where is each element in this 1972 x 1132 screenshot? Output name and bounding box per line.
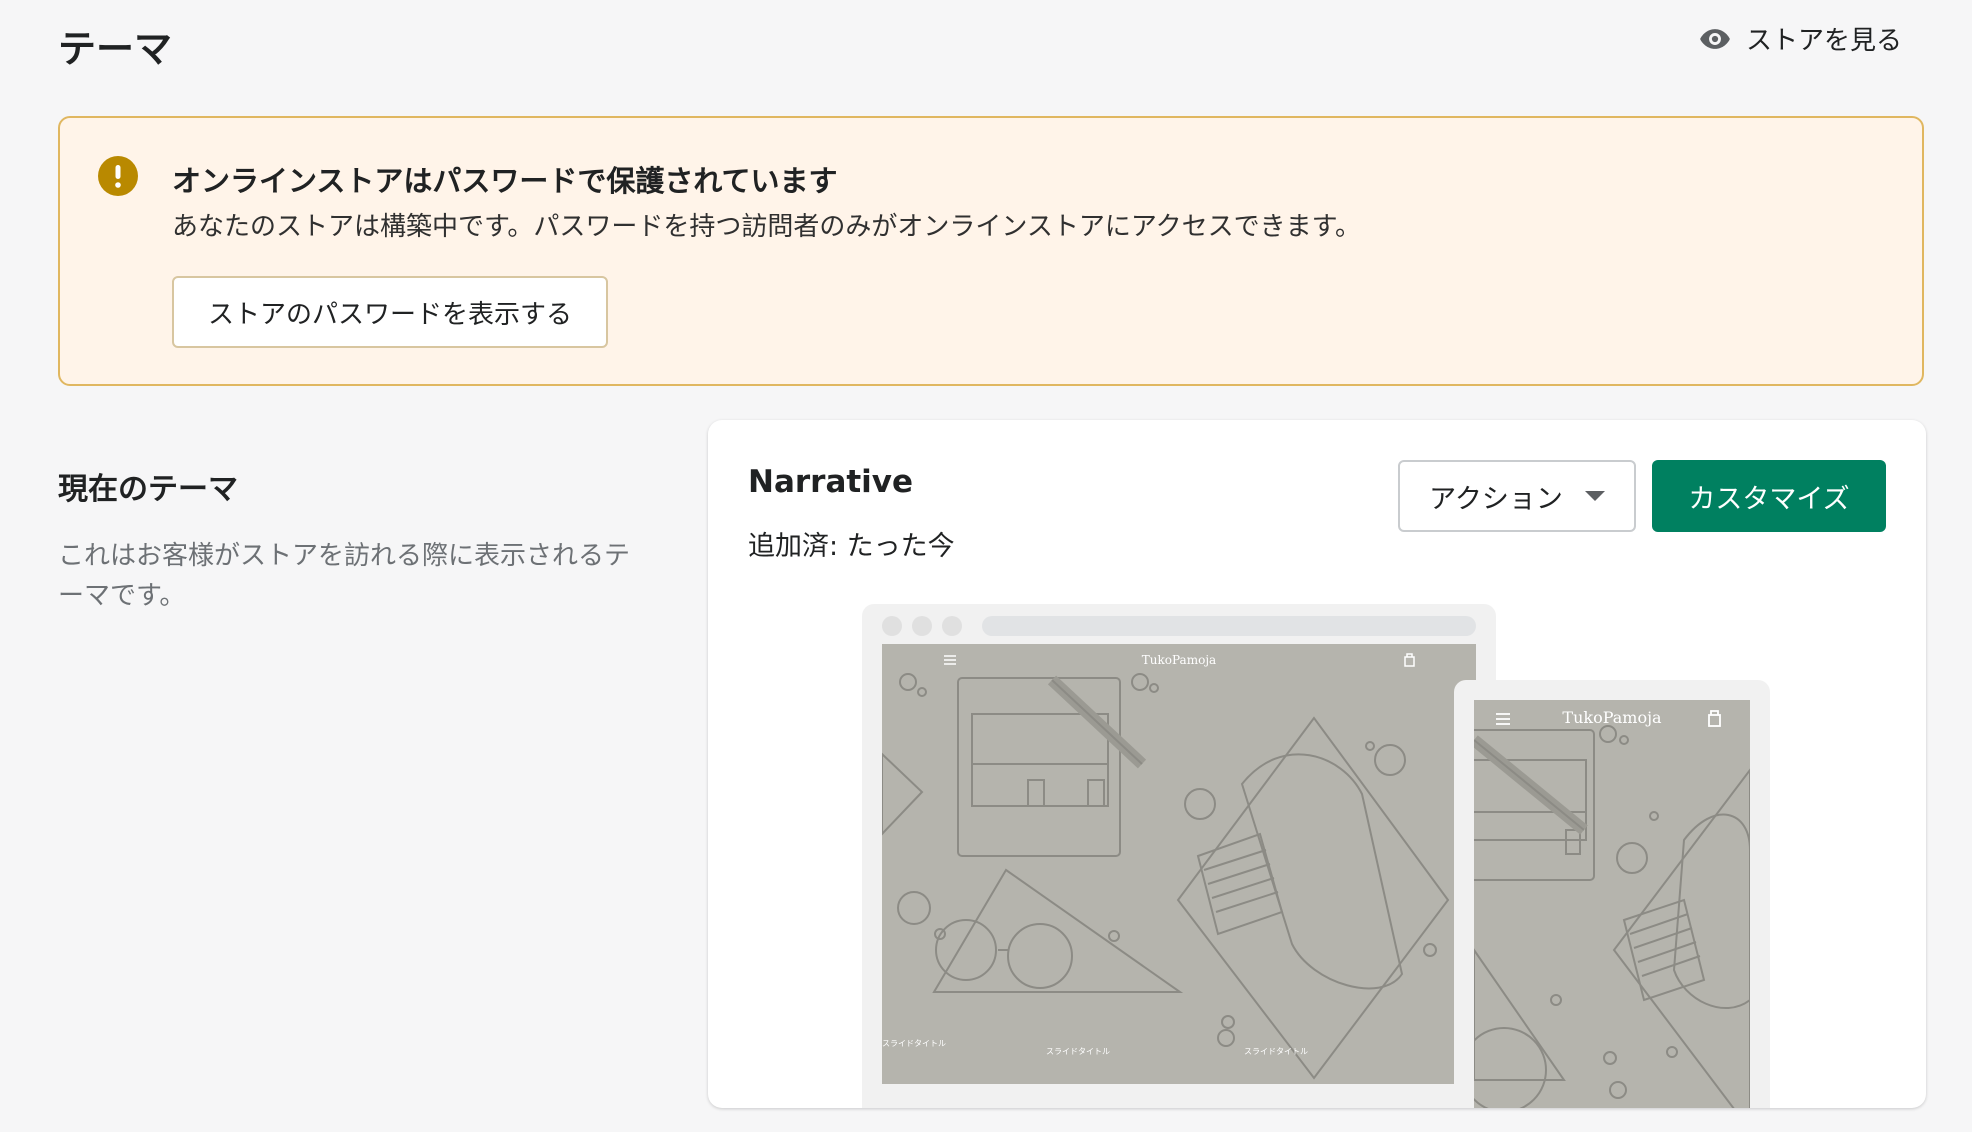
slide-title-label: スライドタイトル — [882, 1039, 946, 1048]
eye-icon — [1700, 28, 1730, 49]
current-theme-description: これはお客様がストアを訪れる際に表示されるテーマです。 — [58, 541, 631, 611]
mobile-preview: TukoPamoja スライドタイトル — [1454, 680, 1770, 1108]
password-protection-banner: オンラインストアはパスワードで保護されています あなたのストアは構築中です。パス… — [58, 116, 1924, 386]
current-theme-card: Narrative 追加済: たった今 アクション カスタマイズ TukoPam… — [708, 420, 1926, 1108]
window-dot-icon — [942, 616, 962, 636]
browser-address-bar — [982, 616, 1476, 636]
view-store-link[interactable]: ストアを見る — [1698, 20, 1902, 57]
actions-dropdown-button[interactable]: アクション — [1398, 460, 1636, 532]
banner-title: オンラインストアはパスワードで保護されています — [172, 164, 838, 198]
shopping-bag-icon — [1404, 653, 1415, 667]
slide-title-label: スライドタイトル — [1046, 1047, 1110, 1056]
shop-name: TukoPamoja — [1142, 653, 1216, 667]
theme-added-status: 追加済: たった今 — [748, 531, 955, 562]
view-store-label: ストアを見る — [1745, 26, 1902, 56]
shopping-bag-icon — [1708, 710, 1721, 727]
theme-illustration: TukoPamoja スライドタイトル スライドタイトル スライドタイトル — [882, 653, 1450, 1080]
actions-label: アクション — [1429, 483, 1563, 515]
alert-circle-icon — [98, 156, 138, 196]
mobile-preview-screen: TukoPamoja スライドタイトル — [1474, 700, 1750, 1108]
window-dot-icon — [912, 616, 932, 636]
theme-name: Narrative — [748, 464, 914, 500]
banner-body: あなたのストアは構築中です。パスワードを持つ訪問者のみがオンラインストアにアクセ… — [172, 212, 1361, 242]
desktop-preview-screen: TukoPamoja スライドタイトル スライドタイトル スライドタイトル — [882, 644, 1476, 1084]
current-theme-heading: 現在のテーマ — [58, 472, 238, 507]
desktop-preview: TukoPamoja スライドタイトル スライドタイトル スライドタイトル — [862, 604, 1496, 1108]
caret-down-icon — [1584, 491, 1605, 501]
menu-icon — [1496, 713, 1510, 725]
window-dot-icon — [882, 616, 902, 636]
customize-button[interactable]: カスタマイズ — [1652, 460, 1886, 532]
slide-title-label: スライドタイトル — [1244, 1047, 1308, 1056]
page-title: テーマ — [58, 27, 173, 71]
menu-icon — [944, 655, 956, 665]
shop-name: TukoPamoja — [1562, 708, 1662, 727]
show-store-password-button[interactable]: ストアのパスワードを表示する — [172, 276, 609, 348]
theme-illustration-mobile: TukoPamoja スライドタイトル — [1474, 708, 1750, 1108]
